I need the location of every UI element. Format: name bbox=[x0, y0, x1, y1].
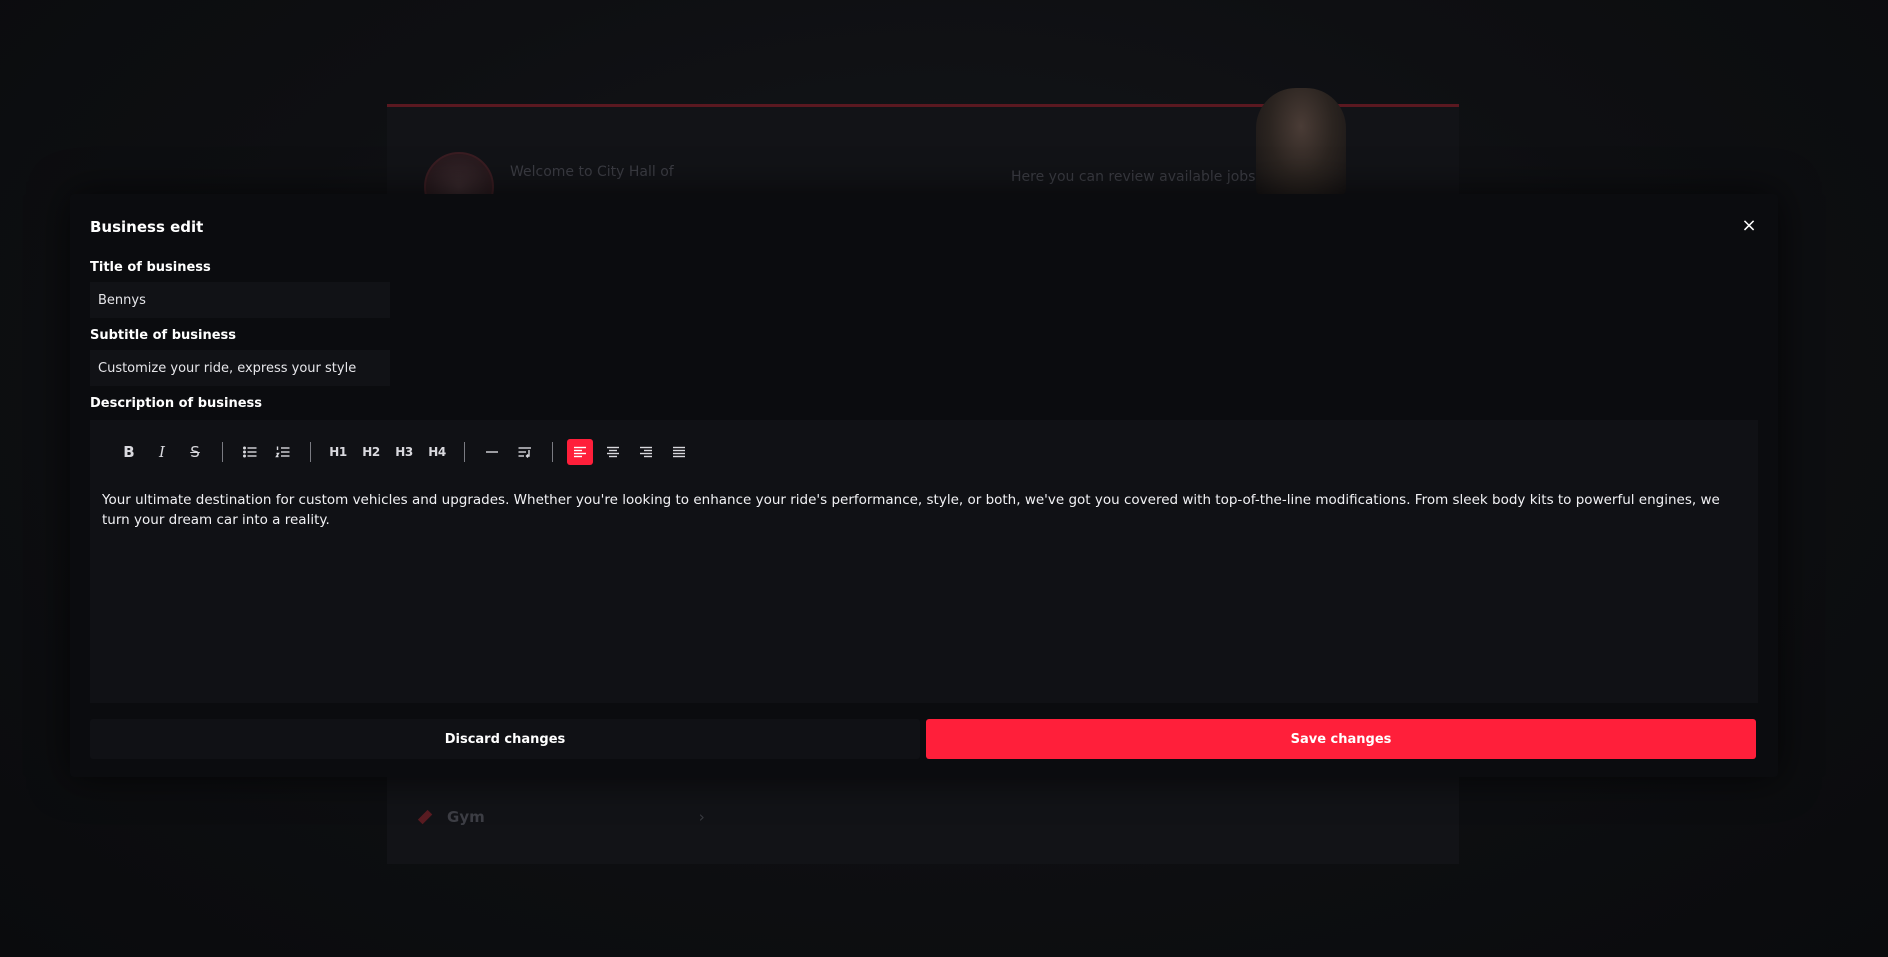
heading-3-button[interactable]: H3 bbox=[391, 439, 417, 465]
bold-icon: B bbox=[123, 443, 135, 461]
strikethrough-icon: S bbox=[190, 443, 200, 461]
align-left-button[interactable] bbox=[567, 439, 593, 465]
align-left-icon bbox=[574, 446, 586, 458]
horizontal-rule-icon bbox=[486, 451, 498, 453]
numbered-list-icon bbox=[275, 446, 290, 458]
chevron-right-icon: › bbox=[698, 807, 705, 826]
business-edit-modal: Business edit × Title of business Subtit… bbox=[70, 194, 1778, 777]
align-right-button[interactable] bbox=[633, 439, 659, 465]
toolbar-divider bbox=[552, 442, 553, 462]
bullet-list-icon bbox=[243, 446, 257, 458]
dumbbell-icon: ▬ bbox=[411, 803, 438, 830]
align-justify-icon bbox=[673, 446, 685, 458]
close-button[interactable]: × bbox=[1738, 214, 1760, 236]
heading-4-icon: H4 bbox=[428, 445, 446, 459]
toolbar-divider bbox=[310, 442, 311, 462]
description-editor[interactable]: B I S H1 H2 H3 H4 Your ultimate destinat… bbox=[90, 420, 1758, 703]
bullet-list-button[interactable] bbox=[237, 439, 263, 465]
strikethrough-button[interactable]: S bbox=[182, 439, 208, 465]
gym-menu-item: ▬ Gym › bbox=[411, 803, 705, 830]
description-text[interactable]: Your ultimate destination for custom veh… bbox=[102, 490, 1730, 530]
gym-label: Gym bbox=[447, 807, 485, 826]
italic-icon: I bbox=[159, 443, 165, 461]
line-break-button[interactable] bbox=[512, 439, 538, 465]
subtitle-input[interactable] bbox=[90, 350, 390, 386]
subtitle-label: Subtitle of business bbox=[90, 328, 237, 343]
toolbar-divider bbox=[464, 442, 465, 462]
welcome-text: Welcome to City Hall of bbox=[510, 164, 674, 180]
heading-4-button[interactable]: H4 bbox=[424, 439, 450, 465]
align-justify-button[interactable] bbox=[666, 439, 692, 465]
discard-changes-button[interactable]: Discard changes bbox=[90, 719, 920, 759]
align-right-icon bbox=[640, 446, 652, 458]
align-center-icon bbox=[607, 446, 619, 458]
heading-2-button[interactable]: H2 bbox=[358, 439, 384, 465]
npc-portrait bbox=[1256, 88, 1346, 198]
horizontal-rule-button[interactable] bbox=[479, 439, 505, 465]
heading-2-icon: H2 bbox=[362, 445, 380, 459]
heading-1-button[interactable]: H1 bbox=[325, 439, 351, 465]
bold-button[interactable]: B bbox=[116, 439, 142, 465]
description-label: Description of business bbox=[90, 396, 263, 411]
title-label: Title of business bbox=[90, 260, 211, 275]
modal-title: Business edit bbox=[90, 218, 204, 236]
heading-3-icon: H3 bbox=[395, 445, 413, 459]
heading-1-icon: H1 bbox=[329, 445, 347, 459]
toolbar-divider bbox=[222, 442, 223, 462]
italic-button[interactable]: I bbox=[149, 439, 175, 465]
title-input[interactable] bbox=[90, 282, 390, 318]
close-icon: × bbox=[1741, 214, 1757, 236]
line-break-icon bbox=[518, 447, 531, 458]
numbered-list-button[interactable] bbox=[270, 439, 296, 465]
align-center-button[interactable] bbox=[600, 439, 626, 465]
editor-toolbar: B I S H1 H2 H3 H4 bbox=[90, 420, 1758, 484]
save-changes-button[interactable]: Save changes bbox=[926, 719, 1756, 759]
review-jobs-text: Here you can review available jobs bbox=[1011, 169, 1256, 185]
